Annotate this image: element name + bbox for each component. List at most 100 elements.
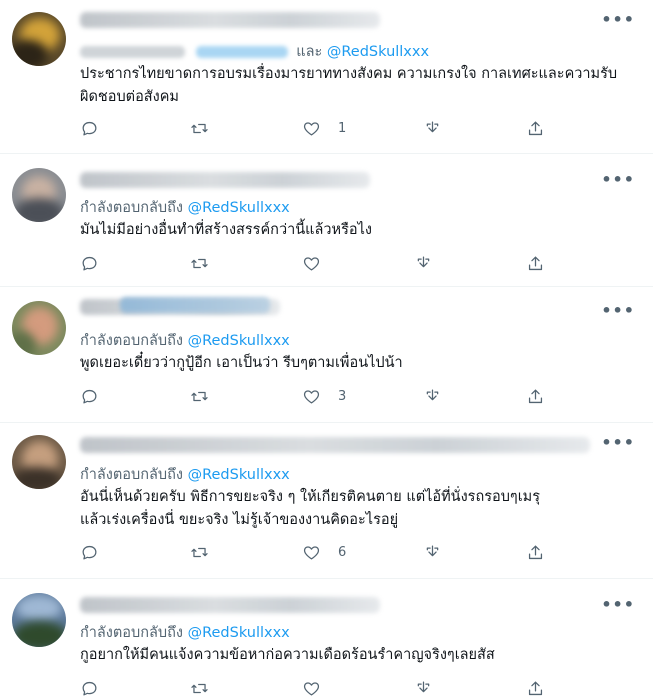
tweet-item[interactable]: ••• กำลังตอบกลับถึง @RedSkullxxx พูดเยอะ… <box>0 287 653 423</box>
mention-blurred <box>195 46 288 58</box>
author-name-blurred <box>80 172 370 188</box>
tweet-item[interactable]: ••• กำลังตอบกลับถึง @RedSkullxxx กูอยากใ… <box>0 579 653 699</box>
upload-button[interactable] <box>526 119 545 138</box>
author-name-blurred <box>80 597 380 613</box>
like-icon <box>303 546 320 560</box>
mention-link[interactable]: @RedSkullxxx <box>188 625 290 641</box>
avatar[interactable] <box>12 435 66 489</box>
tweet-actions <box>80 679 560 699</box>
tweet-item[interactable]: ••• และ @RedSkullxxx ประชากรไทยขาดการอบร… <box>0 0 653 154</box>
mention-link[interactable]: @RedSkullxxx <box>327 44 429 60</box>
share-button[interactable] <box>423 119 442 138</box>
reply-prefix: และ <box>296 44 323 60</box>
reply-button[interactable] <box>80 543 99 562</box>
like-icon <box>303 122 320 136</box>
upload-button[interactable] <box>526 679 545 698</box>
author-name-blurred <box>80 12 380 28</box>
tweet-item[interactable]: ••• กำลังตอบกลับถึง @RedSkullxxx มันไม่ม… <box>0 154 653 287</box>
more-icon[interactable]: ••• <box>601 595 635 614</box>
tweet-text: มันไม่มีอย่างอื่นทำที่สร้างสรรค์กว่านี้แ… <box>80 222 372 238</box>
share-button[interactable] <box>423 543 442 562</box>
tweet-text: กูอยากให้มีคนแจ้งความข้อหาก่อความเดือดร้… <box>80 647 495 663</box>
share-icon <box>426 389 439 401</box>
more-icon[interactable]: ••• <box>601 10 635 29</box>
avatar[interactable] <box>12 301 66 355</box>
reply-prefix: กำลังตอบกลับถึง <box>80 200 183 216</box>
avatar[interactable] <box>12 12 66 66</box>
like-button[interactable]: 3 <box>302 387 346 406</box>
retweet-button[interactable] <box>190 387 209 406</box>
retweet-icon <box>191 258 208 269</box>
like-button[interactable]: 6 <box>302 543 346 562</box>
like-icon <box>303 390 320 404</box>
reply-prefix: กำลังตอบกลับถึง <box>80 467 183 483</box>
more-icon[interactable]: ••• <box>601 301 635 320</box>
reply-icon <box>82 256 97 271</box>
upload-icon <box>528 681 543 696</box>
like-count: 3 <box>338 389 347 404</box>
more-icon[interactable]: ••• <box>601 433 635 452</box>
retweet-icon <box>191 683 208 694</box>
tweet-text: พูดเยอะเดี๋ยวว่ากูปู้อีก เอาเป็นว่า รีบๆ… <box>80 355 403 371</box>
like-button[interactable] <box>302 254 321 273</box>
reply-prefix: กำลังตอบกลับถึง <box>80 625 183 641</box>
like-icon <box>303 257 320 271</box>
share-icon <box>426 545 439 557</box>
reply-context: กำลังตอบกลับถึง @RedSkullxxx <box>80 329 290 352</box>
reply-button[interactable] <box>80 119 99 138</box>
reply-context: กำลังตอบกลับถึง @RedSkullxxx <box>80 621 290 644</box>
tweet-text: อันนี่เห็นด้วยครับ พิธีการขยะจริง ๆ ให้เ… <box>80 489 541 528</box>
upload-icon <box>528 121 543 136</box>
avatar[interactable] <box>12 168 66 222</box>
avatar[interactable] <box>12 593 66 647</box>
upload-button[interactable] <box>526 254 545 273</box>
author-name-blurred <box>120 297 270 313</box>
share-icon <box>417 256 430 268</box>
reply-button[interactable] <box>80 679 99 698</box>
reply-icon <box>82 545 97 560</box>
reply-icon <box>82 389 97 404</box>
reply-context: และ @RedSkullxxx <box>80 40 429 63</box>
mention-link[interactable]: @RedSkullxxx <box>188 333 290 349</box>
like-button[interactable]: 1 <box>302 119 346 138</box>
tweet-actions <box>80 254 560 276</box>
tweet-text: ประชากรไทยขาดการอบรมเรื่องมารยาททางสังคม… <box>80 66 618 105</box>
reply-icon <box>82 681 97 696</box>
upload-button[interactable] <box>526 387 545 406</box>
share-button[interactable] <box>423 387 442 406</box>
more-icon[interactable]: ••• <box>601 170 635 189</box>
tweet-actions: 1 <box>80 119 560 141</box>
mention-link[interactable]: @RedSkullxxx <box>188 200 290 216</box>
mention-blurred <box>80 46 185 58</box>
share-button[interactable] <box>414 254 433 273</box>
reply-button[interactable] <box>80 254 99 273</box>
like-count: 6 <box>338 545 347 560</box>
tweet-actions: 6 <box>80 543 560 565</box>
retweet-icon <box>191 123 208 134</box>
share-button[interactable] <box>414 679 433 698</box>
upload-button[interactable] <box>526 543 545 562</box>
retweet-button[interactable] <box>190 543 209 562</box>
reply-context: กำลังตอบกลับถึง @RedSkullxxx <box>80 463 290 486</box>
retweet-icon <box>191 391 208 402</box>
upload-icon <box>528 389 543 404</box>
retweet-button[interactable] <box>190 254 209 273</box>
reply-prefix: กำลังตอบกลับถึง <box>80 333 183 349</box>
like-button[interactable] <box>302 679 321 698</box>
like-icon <box>303 682 320 696</box>
retweet-icon <box>191 547 208 558</box>
tweet-item[interactable]: ••• กำลังตอบกลับถึง @RedSkullxxx อันนี่เ… <box>0 423 653 579</box>
like-count: 1 <box>338 121 347 136</box>
share-icon <box>417 681 430 693</box>
mention-link[interactable]: @RedSkullxxx <box>188 467 290 483</box>
reply-context: กำลังตอบกลับถึง @RedSkullxxx <box>80 196 290 219</box>
reply-icon <box>82 121 97 136</box>
reply-button[interactable] <box>80 387 99 406</box>
author-name-blurred <box>80 437 590 453</box>
share-icon <box>426 121 439 133</box>
retweet-button[interactable] <box>190 119 209 138</box>
tweet-actions: 3 <box>80 387 560 409</box>
retweet-button[interactable] <box>190 679 209 698</box>
upload-icon <box>528 545 543 560</box>
upload-icon <box>528 256 543 271</box>
